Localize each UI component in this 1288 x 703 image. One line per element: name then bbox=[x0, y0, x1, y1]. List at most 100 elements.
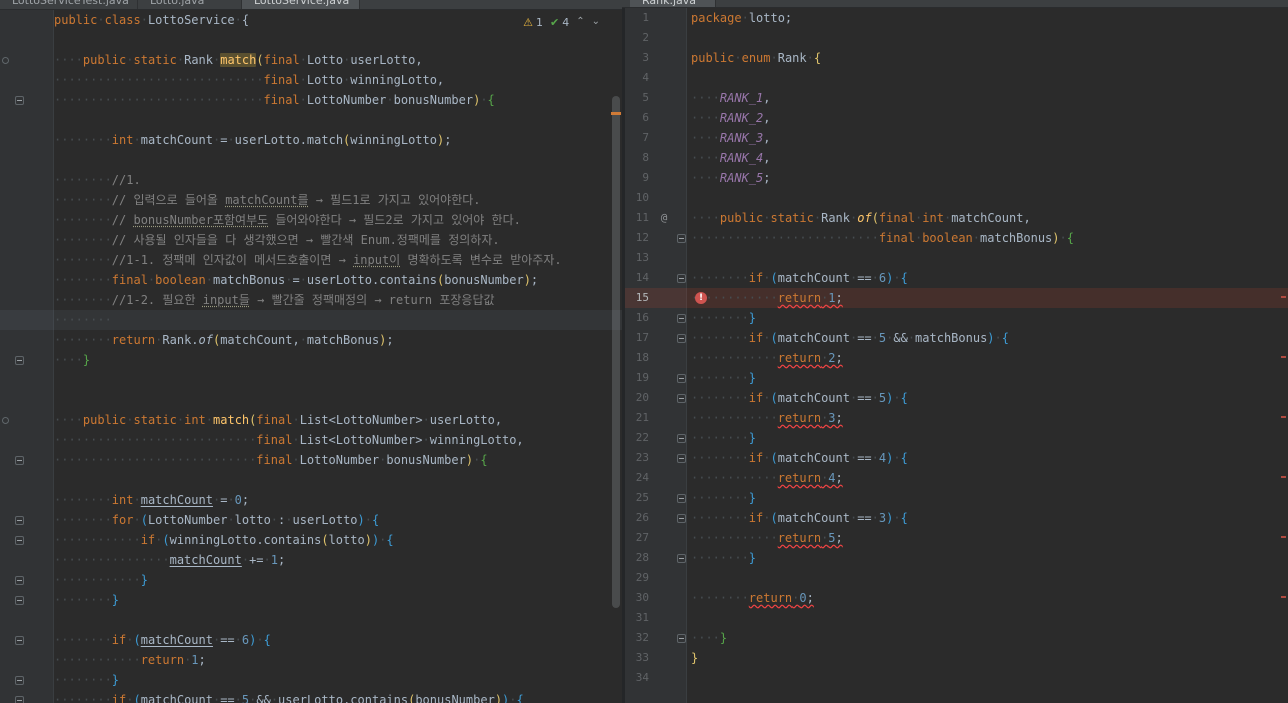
code-line[interactable]: 28 ········} bbox=[625, 548, 1288, 568]
code-line[interactable]: ········ bbox=[0, 310, 622, 330]
code-line[interactable]: 30 ········return·0; bbox=[625, 588, 1288, 608]
line-number[interactable]: 33 bbox=[625, 648, 655, 668]
code-line[interactable]: 16 ········} bbox=[625, 308, 1288, 328]
line-number[interactable]: 23 bbox=[625, 448, 655, 468]
code-line[interactable]: ············if·(winningLotto.contains(lo… bbox=[0, 530, 622, 550]
fold-icon[interactable] bbox=[676, 553, 686, 563]
line-number[interactable]: 25 bbox=[625, 488, 655, 508]
code-line[interactable]: ········if·(matchCount·==·5·&&·userLotto… bbox=[0, 690, 622, 703]
fold-icon[interactable] bbox=[676, 453, 686, 463]
line-number[interactable]: 3 bbox=[625, 48, 655, 68]
code-line[interactable]: ·····························final·Lotto… bbox=[0, 70, 622, 90]
line-number[interactable]: 18 bbox=[625, 348, 655, 368]
code-line[interactable]: ········// 사용될 인자들을 다 생각했으면 → 빨간색 Enum.정… bbox=[0, 230, 622, 250]
line-number[interactable]: 24 bbox=[625, 468, 655, 488]
tab-file-3[interactable]: LottoService.java bbox=[242, 0, 360, 9]
code-line[interactable]: 8 ····RANK_4, bbox=[625, 148, 1288, 168]
line-number[interactable]: 8 bbox=[625, 148, 655, 168]
fold-icon[interactable] bbox=[676, 633, 686, 643]
code-line[interactable]: 12 ··························final·boolea… bbox=[625, 228, 1288, 248]
line-number[interactable]: 16 bbox=[625, 308, 655, 328]
line-number[interactable]: 2 bbox=[625, 28, 655, 48]
code-line[interactable]: ········// 입력으로 들어올 matchCount를 → 필드1로 가… bbox=[0, 190, 622, 210]
code-line[interactable]: 15 ············return·1;! bbox=[625, 288, 1288, 308]
line-number[interactable]: 13 bbox=[625, 248, 655, 268]
code-line[interactable]: 11 @ ····public·static·Rank·of(final·int·m… bbox=[625, 208, 1288, 228]
code-line[interactable]: 20 ········if·(matchCount·==·5)·{ bbox=[625, 388, 1288, 408]
code-line[interactable]: 14 ········if·(matchCount·==·6)·{ bbox=[625, 268, 1288, 288]
line-number[interactable]: 14 bbox=[625, 268, 655, 288]
line-number[interactable]: 4 bbox=[625, 68, 655, 88]
code-line[interactable]: 4 bbox=[625, 68, 1288, 88]
code-line[interactable]: 33} bbox=[625, 648, 1288, 668]
code-line[interactable]: ········} bbox=[0, 670, 622, 690]
code-line[interactable]: ····························final·List<L… bbox=[0, 430, 622, 450]
fold-icon[interactable] bbox=[14, 535, 24, 545]
tab-file-2[interactable]: Lotto.java bbox=[138, 0, 242, 9]
error-bulb-icon[interactable]: ! bbox=[695, 292, 707, 304]
line-number[interactable]: 15 bbox=[625, 288, 655, 308]
line-number[interactable]: 11 bbox=[625, 208, 655, 228]
code-line[interactable]: 7 ····RANK_3, bbox=[625, 128, 1288, 148]
code-line[interactable] bbox=[0, 370, 622, 390]
fold-icon[interactable] bbox=[14, 595, 24, 605]
code-line[interactable]: ····} bbox=[0, 350, 622, 370]
code-line[interactable]: 32 ····} bbox=[625, 628, 1288, 648]
fold-icon[interactable] bbox=[14, 515, 24, 525]
code-line[interactable] bbox=[0, 470, 622, 490]
fold-icon[interactable] bbox=[676, 333, 686, 343]
tab-file-1[interactable]: LottoServiceTest.java bbox=[0, 0, 138, 9]
next-issue-button[interactable]: ⌄ bbox=[592, 17, 600, 27]
code-line[interactable]: 13 bbox=[625, 248, 1288, 268]
code-line[interactable]: ················matchCount·+=·1; bbox=[0, 550, 622, 570]
code-line[interactable]: ········return·Rank.of(matchCount,·match… bbox=[0, 330, 622, 350]
code-line[interactable]: 34 bbox=[625, 668, 1288, 688]
line-number[interactable]: 34 bbox=[625, 668, 655, 688]
line-number[interactable]: 17 bbox=[625, 328, 655, 348]
fold-icon[interactable] bbox=[14, 575, 24, 585]
code-line[interactable]: ········//1. bbox=[0, 170, 622, 190]
code-line[interactable]: 23 ········if·(matchCount·==·4)·{ bbox=[625, 448, 1288, 468]
passed-indicator[interactable]: ✔ 4 bbox=[550, 16, 569, 29]
code-line[interactable]: 27 ············return·5; bbox=[625, 528, 1288, 548]
code-line[interactable]: ········if·(matchCount·==·6)·{ bbox=[0, 630, 622, 650]
code-line[interactable]: 31 bbox=[625, 608, 1288, 628]
code-line[interactable]: 3 public·enum·Rank·{ bbox=[625, 48, 1288, 68]
line-number[interactable]: 20 bbox=[625, 388, 655, 408]
fold-icon[interactable] bbox=[676, 313, 686, 323]
code-line[interactable]: 19 ········} bbox=[625, 368, 1288, 388]
inspections-widget[interactable]: ⚠ 1 ✔ 4 ⌃ ⌄ bbox=[523, 13, 600, 31]
code-line[interactable] bbox=[0, 150, 622, 170]
code-line[interactable] bbox=[0, 610, 622, 630]
line-number[interactable]: 21 bbox=[625, 408, 655, 428]
line-number[interactable]: 12 bbox=[625, 228, 655, 248]
code-line[interactable]: ············return·1; bbox=[0, 650, 622, 670]
fold-icon[interactable] bbox=[14, 355, 24, 365]
code-line[interactable]: 6 ····RANK_2, bbox=[625, 108, 1288, 128]
fold-icon[interactable] bbox=[14, 695, 24, 703]
code-line[interactable]: ····························final·LottoN… bbox=[0, 450, 622, 470]
code-line[interactable]: ········int·matchCount·=·userLotto.match… bbox=[0, 130, 622, 150]
code-line[interactable]: 26 ········if·(matchCount·==·3)·{ bbox=[625, 508, 1288, 528]
line-number[interactable]: 28 bbox=[625, 548, 655, 568]
code-line[interactable]: 22 ········} bbox=[625, 428, 1288, 448]
line-number[interactable]: 10 bbox=[625, 188, 655, 208]
code-line[interactable]: 5 ····RANK_1, bbox=[625, 88, 1288, 108]
code-line[interactable] bbox=[0, 30, 622, 50]
line-number[interactable]: 6 bbox=[625, 108, 655, 128]
code-line[interactable]: 17 ········if·(matchCount·==·5·&&·matchBo… bbox=[625, 328, 1288, 348]
tab-rank-java[interactable]: Rank.java bbox=[630, 0, 716, 7]
fold-icon[interactable] bbox=[676, 493, 686, 503]
code-line[interactable]: ····public·static·Rank·match(final·Lotto… bbox=[0, 50, 622, 70]
line-number[interactable]: 26 bbox=[625, 508, 655, 528]
line-number[interactable]: 22 bbox=[625, 428, 655, 448]
code-line[interactable]: ····public·static·int·match(final·List<L… bbox=[0, 410, 622, 430]
fold-icon[interactable] bbox=[676, 393, 686, 403]
code-line[interactable]: 24 ············return·4; bbox=[625, 468, 1288, 488]
warnings-indicator[interactable]: ⚠ 1 bbox=[523, 16, 543, 29]
code-line[interactable]: 1 package·lotto; bbox=[625, 8, 1288, 28]
code-line[interactable]: 29 bbox=[625, 568, 1288, 588]
fold-icon[interactable] bbox=[676, 233, 686, 243]
prev-issue-button[interactable]: ⌃ bbox=[576, 17, 584, 27]
fold-icon[interactable] bbox=[676, 373, 686, 383]
